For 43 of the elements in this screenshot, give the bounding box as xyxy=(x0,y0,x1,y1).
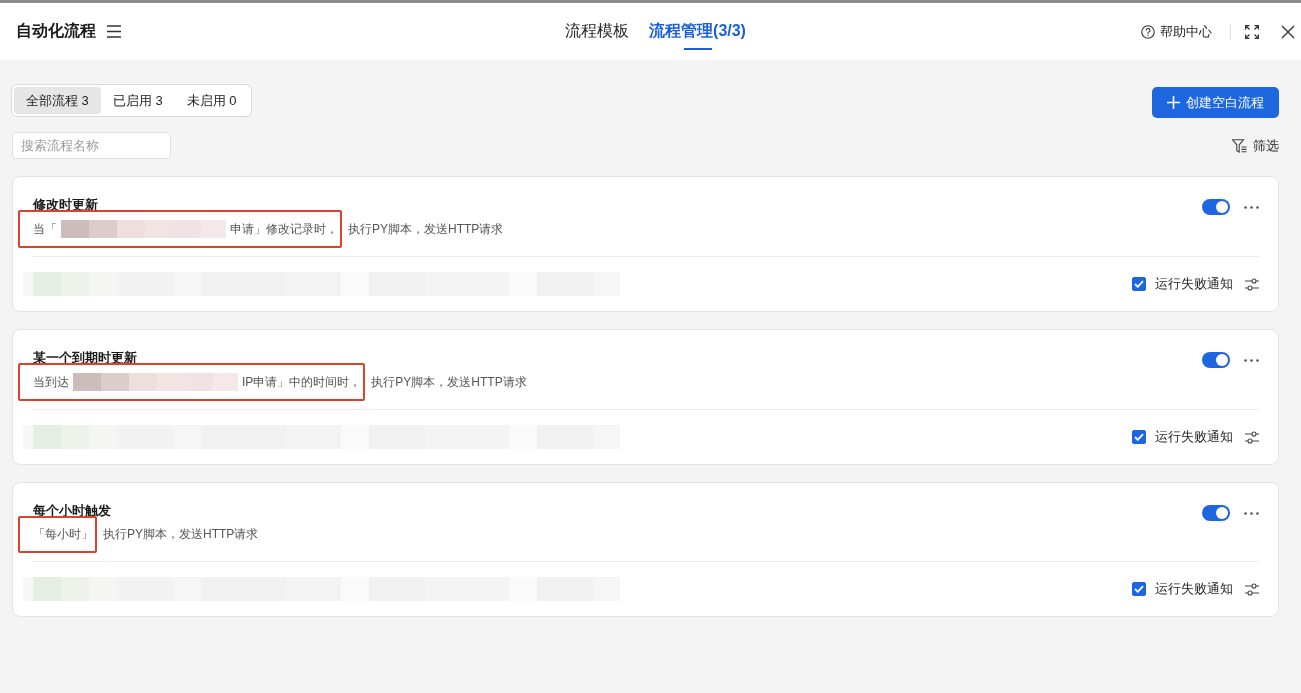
help-center-link[interactable]: 帮助中心 xyxy=(1141,22,1212,41)
more-icon[interactable] xyxy=(1244,511,1259,515)
checkbox[interactable] xyxy=(1132,277,1146,291)
checkbox[interactable] xyxy=(1132,430,1146,444)
flow-name: 每个小时触发 xyxy=(33,502,111,519)
description-text: 当到达 xyxy=(33,373,69,391)
checkbox[interactable] xyxy=(1132,582,1146,596)
description-text: 执行PY脚本，发送HTTP请求 xyxy=(103,526,259,543)
nav-tab[interactable]: 流程模板 xyxy=(565,13,630,50)
notify-label: 运行失败通知 xyxy=(1155,275,1233,293)
description-text: 执行PY脚本，发送HTTP请求 xyxy=(348,220,504,238)
sliders-icon[interactable] xyxy=(1245,430,1259,444)
sliders-icon[interactable] xyxy=(1245,582,1259,596)
more-icon[interactable] xyxy=(1244,205,1259,209)
description-text: 「每小时」 xyxy=(33,526,93,543)
close-icon[interactable] xyxy=(1281,24,1295,39)
description-text: IP申请」中的时间时， xyxy=(242,373,362,391)
more-icon[interactable] xyxy=(1244,358,1259,362)
help-icon xyxy=(1141,24,1155,39)
description-text: 当「 xyxy=(33,220,57,238)
filter-tab[interactable]: 全部流程 3 xyxy=(14,87,101,114)
fullscreen-icon[interactable] xyxy=(1245,24,1259,39)
filter-tab[interactable]: 已启用 3 xyxy=(100,87,175,114)
plus-icon xyxy=(1167,96,1180,109)
filter-tab[interactable]: 未启用 0 xyxy=(174,87,249,114)
filter-icon xyxy=(1232,138,1247,153)
check-icon xyxy=(1134,585,1144,593)
check-icon xyxy=(1134,280,1144,288)
toggle-switch[interactable] xyxy=(1202,505,1230,521)
toggle-switch[interactable] xyxy=(1202,199,1230,215)
check-icon xyxy=(1134,433,1144,441)
description-text: 执行PY脚本，发送HTTP请求 xyxy=(371,373,527,391)
description-text: 申请」修改记录时， xyxy=(230,220,338,238)
search-field[interactable]: 搜索流程名称 xyxy=(12,132,171,159)
notify-label: 运行失败通知 xyxy=(1155,580,1233,598)
toggle-switch[interactable] xyxy=(1202,352,1230,368)
menu-icon[interactable] xyxy=(107,25,121,38)
notify-label: 运行失败通知 xyxy=(1155,428,1233,446)
sliders-icon[interactable] xyxy=(1245,277,1259,291)
filter-button[interactable]: 筛选 xyxy=(1232,136,1279,155)
app-title: 自动化流程 xyxy=(16,21,96,41)
create-flow-button[interactable]: 创建空白流程 xyxy=(1152,87,1279,118)
nav-tab[interactable]: 流程管理(3/3) xyxy=(649,13,746,50)
